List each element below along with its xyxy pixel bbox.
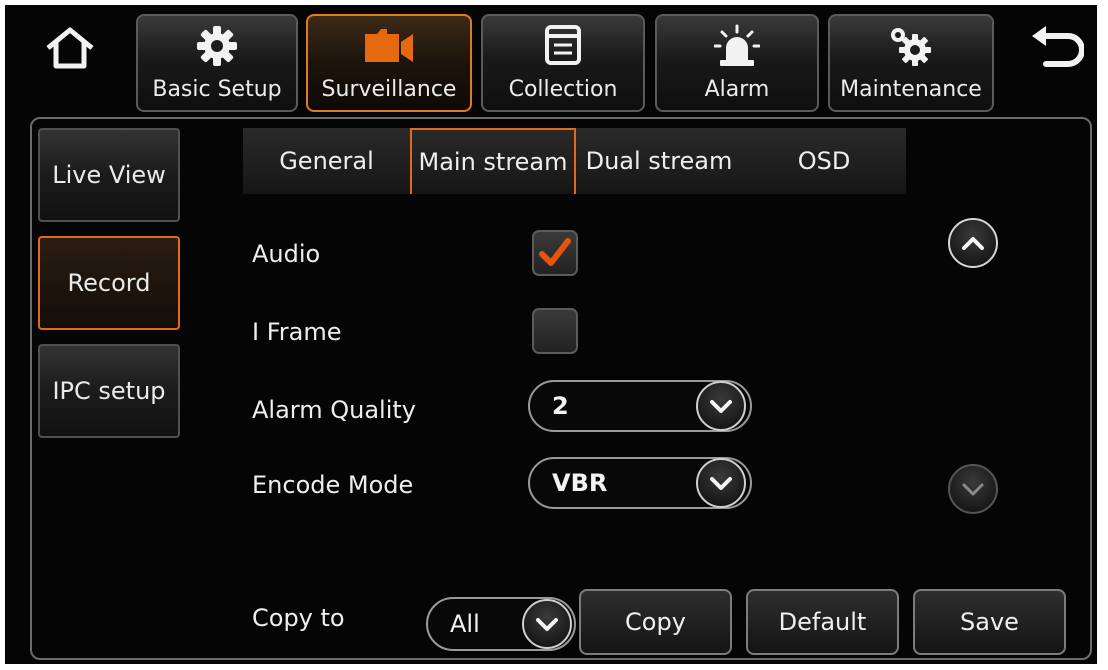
- tab-label: Dual stream: [585, 147, 733, 175]
- nav-alarm-label: Alarm: [704, 77, 770, 102]
- nav-collection-label: Collection: [508, 77, 618, 102]
- nav-basic-setup-label: Basic Setup: [152, 77, 282, 102]
- nav-basic-setup-button[interactable]: Basic Setup: [136, 14, 298, 112]
- tab-main-stream[interactable]: Main stream: [410, 128, 576, 194]
- audio-label: Audio: [252, 240, 321, 268]
- camera-icon: [365, 29, 413, 62]
- gears-icon: [891, 28, 931, 66]
- copy-to-select[interactable]: All: [426, 597, 576, 651]
- nav-collection-button[interactable]: Collection: [481, 14, 645, 112]
- sidebar-item-label: Record: [67, 269, 151, 297]
- chevron-down-icon[interactable]: [696, 381, 746, 431]
- nav-maintenance-button[interactable]: Maintenance: [828, 14, 994, 112]
- chevron-down-icon[interactable]: [696, 458, 746, 508]
- nav-surveillance-label: Surveillance: [321, 77, 457, 102]
- tab-label: Main stream: [418, 148, 568, 176]
- scroll-down-button[interactable]: [948, 464, 998, 514]
- sidebar-item-label: Live View: [52, 161, 166, 189]
- default-button-label: Default: [778, 608, 867, 636]
- encode-mode-select[interactable]: VBR: [528, 457, 752, 509]
- chevron-down-icon[interactable]: [522, 599, 572, 649]
- sidebar-item-label: IPC setup: [52, 377, 166, 405]
- nav-surveillance-button[interactable]: Surveillance: [306, 14, 472, 112]
- document-icon: [545, 25, 581, 65]
- nav-maintenance-label: Maintenance: [840, 77, 982, 102]
- audio-checkbox[interactable]: [532, 230, 578, 276]
- back-icon[interactable]: [1028, 24, 1085, 74]
- save-button-label: Save: [960, 608, 1019, 636]
- iframe-label: I Frame: [252, 318, 342, 346]
- tab-dual-stream[interactable]: Dual stream: [576, 128, 742, 194]
- chevron-up-icon: [962, 237, 984, 250]
- scroll-up-button[interactable]: [948, 218, 998, 268]
- home-icon[interactable]: [44, 26, 96, 70]
- save-button[interactable]: Save: [913, 589, 1066, 655]
- tab-label: OSD: [797, 147, 851, 175]
- checkmark-icon: [539, 238, 571, 266]
- chevron-down-icon: [962, 483, 984, 496]
- alarm-quality-label: Alarm Quality: [252, 396, 417, 424]
- encode-mode-label: Encode Mode: [252, 471, 414, 499]
- copy-to-value: All: [450, 610, 480, 638]
- nav-alarm-button[interactable]: Alarm: [655, 14, 819, 112]
- alarm-quality-select[interactable]: 2: [528, 380, 752, 432]
- tab-label: General: [279, 147, 374, 175]
- iframe-checkbox[interactable]: [532, 308, 578, 354]
- default-button[interactable]: Default: [746, 589, 899, 655]
- tab-bar: General Main stream Dual stream OSD: [243, 128, 906, 194]
- sidebar-item-record[interactable]: Record: [38, 236, 180, 330]
- alarm-light-icon: [714, 24, 760, 66]
- sidebar-item-ipc-setup[interactable]: IPC setup: [38, 344, 180, 438]
- tab-general[interactable]: General: [243, 128, 410, 194]
- gear-icon: [197, 26, 237, 66]
- copy-to-label: Copy to: [252, 604, 345, 632]
- copy-button-label: Copy: [625, 608, 686, 636]
- tab-osd[interactable]: OSD: [742, 128, 906, 194]
- copy-button[interactable]: Copy: [579, 589, 732, 655]
- encode-mode-value: VBR: [552, 469, 608, 497]
- sidebar-item-live-view[interactable]: Live View: [38, 128, 180, 222]
- alarm-quality-value: 2: [552, 392, 569, 420]
